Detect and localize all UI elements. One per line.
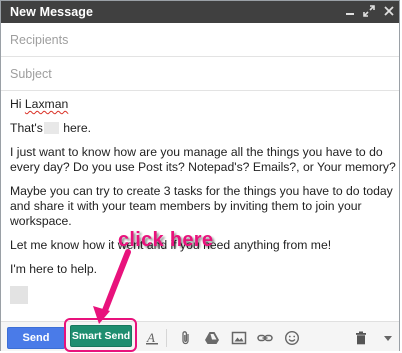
insert-photo-icon[interactable] xyxy=(231,330,247,346)
send-button[interactable]: Send xyxy=(7,327,65,349)
body-paragraph-2: Maybe you can try to create 3 tasks for … xyxy=(10,184,393,228)
subject-row xyxy=(1,57,399,91)
recipients-input[interactable] xyxy=(1,23,399,56)
greeting-prefix: Hi xyxy=(10,97,25,111)
minimize-icon[interactable] xyxy=(343,4,357,18)
close-icon[interactable] xyxy=(382,4,396,18)
recipients-row xyxy=(1,23,399,57)
trash-icon[interactable] xyxy=(353,330,369,346)
toolbar-divider xyxy=(166,329,167,347)
thats-line: That's here. xyxy=(10,121,396,136)
compose-toolbar: Send A xyxy=(1,321,399,351)
smart-send-button[interactable]: Smart Send xyxy=(70,325,132,347)
compose-window: New Message Hi Laxman That's here. I ju xyxy=(0,0,400,351)
thats-prefix: That's xyxy=(10,121,43,135)
message-body[interactable]: Hi Laxman That's here. I just want to kn… xyxy=(10,97,396,304)
emoji-icon[interactable] xyxy=(284,330,300,346)
insert-link-icon[interactable] xyxy=(257,330,273,346)
more-options-icon[interactable] xyxy=(382,330,394,346)
compose-titlebar[interactable]: New Message xyxy=(1,1,399,23)
thats-suffix: here. xyxy=(59,121,91,135)
compose-title: New Message xyxy=(10,5,94,19)
click-here-callout: click here xyxy=(118,229,214,251)
subject-input[interactable] xyxy=(1,57,399,90)
drive-icon[interactable] xyxy=(204,330,220,346)
format-text-icon[interactable]: A xyxy=(144,330,160,346)
expand-icon[interactable] xyxy=(362,4,376,18)
body-paragraph-4: I'm here to help. xyxy=(10,262,98,276)
attach-icon[interactable] xyxy=(178,330,194,346)
greeting-name: Laxman xyxy=(24,97,69,111)
body-paragraph-1: I just want to know how are you manage a… xyxy=(10,145,396,174)
greeting-line: Hi Laxman xyxy=(10,97,396,112)
svg-text:A: A xyxy=(146,330,155,345)
redacted-name xyxy=(43,122,59,134)
redacted-signature xyxy=(10,286,28,304)
